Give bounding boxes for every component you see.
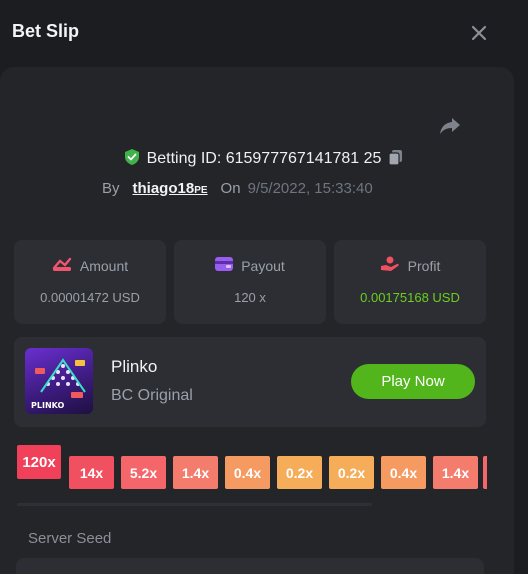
dialog-header: Bet Slip — [0, 0, 528, 64]
multiplier-chip: 14x — [69, 456, 114, 489]
amount-card: Amount 0.00001472 USD — [14, 240, 166, 324]
amount-value: 0.00001472 USD — [40, 290, 140, 305]
payout-value: 120 x — [234, 290, 266, 305]
plinko-thumbnail[interactable]: PLINKO — [25, 348, 93, 414]
close-icon[interactable] — [466, 20, 492, 46]
payout-card: Payout 120 x — [174, 240, 326, 324]
betting-id-text: Betting ID: 615977767141781 25 — [146, 150, 382, 167]
game-name: Plinko — [111, 357, 158, 376]
multiplier-chip: 1.4x — [433, 456, 478, 489]
multiplier-chip: 120x — [17, 445, 61, 479]
profit-label: Profit — [407, 257, 441, 274]
username-text[interactable]: thiago18 — [133, 180, 195, 197]
thumb-text: PLINKO — [31, 401, 64, 410]
play-now-button[interactable]: Play Now — [351, 364, 475, 399]
username-suffix[interactable]: PE — [194, 185, 207, 196]
bet-datetime: 9/5/2022, 15:33:40 — [247, 179, 373, 197]
multiplier-chip: 0.2x — [277, 456, 322, 489]
profit-card: Profit 0.00175168 USD — [334, 240, 486, 324]
profit-value: 0.00175168 USD — [360, 290, 460, 305]
server-seed-label: Server Seed — [28, 530, 112, 547]
multiplier-chip: 1.4x — [173, 456, 218, 489]
multiplier-chip: 0.2x — [329, 456, 374, 489]
scrollbar[interactable] — [17, 503, 372, 506]
amount-icon — [52, 256, 72, 275]
multiplier-row: 120x 14x 5.2x 1.4x 0.4x 0.2x 0.2x 0.4x 1.4x — [17, 445, 487, 493]
wallet-icon — [215, 256, 234, 275]
server-seed-field[interactable] — [16, 558, 484, 574]
verified-shield-icon — [123, 148, 141, 171]
by-label: By — [102, 179, 120, 197]
multiplier-chip: 0.4x — [225, 456, 270, 489]
share-icon[interactable] — [436, 112, 464, 140]
betting-id-line: Betting ID: 615977767141781 25 — [0, 148, 528, 170]
payout-label: Payout — [241, 257, 285, 274]
copy-icon[interactable] — [387, 148, 405, 171]
game-card: PLINKO Plinko BC Original Play Now — [14, 337, 486, 427]
username-link[interactable]: thiago18PE — [133, 180, 208, 197]
multiplier-chip — [483, 456, 487, 489]
bet-byline: By thiago18PE On 9/5/2022, 15:33:40 — [102, 177, 373, 199]
game-provider: BC Original — [111, 387, 193, 404]
amount-label: Amount — [79, 257, 129, 274]
dialog-title: Bet Slip — [12, 21, 80, 41]
on-label: On — [220, 179, 241, 197]
profit-hand-icon — [380, 256, 400, 275]
multiplier-chip: 5.2x — [121, 456, 166, 489]
multiplier-chip: 0.4x — [381, 456, 426, 489]
